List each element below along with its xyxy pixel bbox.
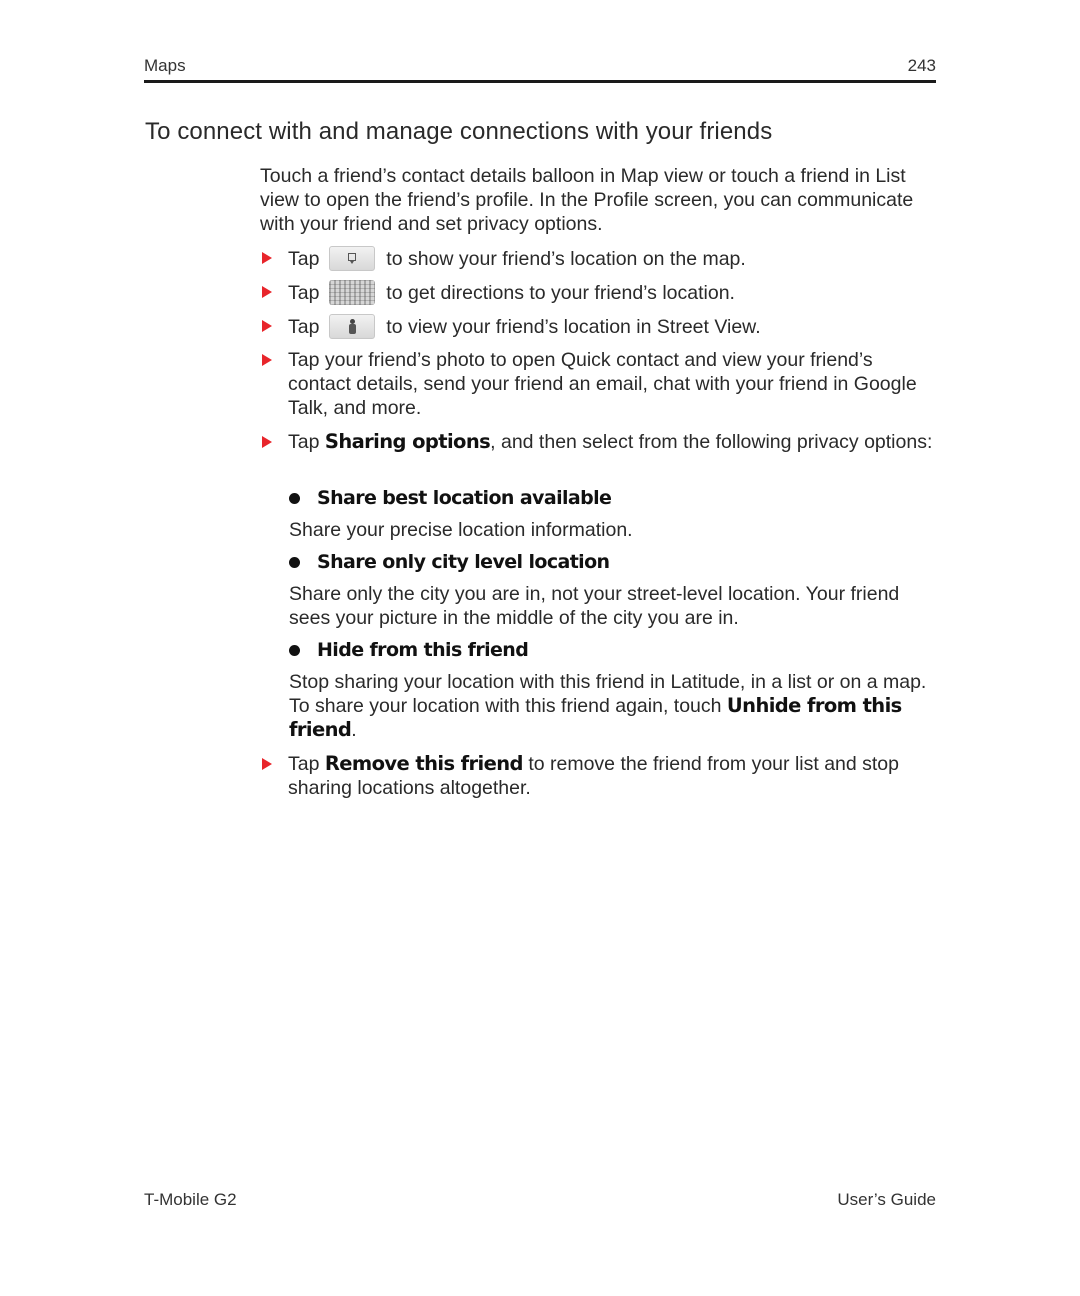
round-bullet-icon xyxy=(289,557,300,568)
option-label: Share only city level location xyxy=(317,551,610,573)
section-title: To connect with and manage connections w… xyxy=(145,118,773,145)
option-share-city-level: Share only city level location xyxy=(289,550,939,574)
directions-icon xyxy=(328,280,375,305)
intro-paragraph: Touch a friend’s contact details balloon… xyxy=(260,165,914,235)
step-prefix: Tap xyxy=(288,282,320,304)
step-prefix: Tap xyxy=(288,753,320,775)
step-directions: Tap to get directions to your friend’s l… xyxy=(260,280,940,305)
option-description: Share only the city you are in, not your… xyxy=(289,583,900,629)
map-pin-icon xyxy=(328,246,375,271)
triangle-bullet-icon xyxy=(262,320,272,332)
round-bullet-icon xyxy=(289,493,300,504)
street-view-person-icon xyxy=(328,314,375,339)
step-street-view: Tap to view your friend’s location in St… xyxy=(260,314,940,339)
page-number: 243 xyxy=(907,56,936,75)
header-rule xyxy=(144,80,936,83)
step-prefix: Tap xyxy=(288,431,320,453)
option-hide-from-friend: Hide from this friend xyxy=(289,638,939,662)
running-footer: T-Mobile G2 User’s Guide xyxy=(144,1190,936,1214)
sharing-options-label: Sharing options xyxy=(324,430,491,453)
product-name: T-Mobile G2 xyxy=(144,1190,237,1209)
triangle-bullet-icon xyxy=(262,436,272,448)
guide-name: User’s Guide xyxy=(837,1190,936,1209)
step-show-location: Tap to show your friend’s location on th… xyxy=(260,246,940,271)
option-description-end: . xyxy=(351,719,357,741)
triangle-bullet-icon xyxy=(262,286,272,298)
step-text: Tap your friend’s photo to open Quick co… xyxy=(288,349,917,419)
step-prefix: Tap xyxy=(288,316,320,338)
step-text: to get directions to your friend’s locat… xyxy=(386,282,735,304)
step-remove-friend: Tap Remove this friend to remove the fri… xyxy=(260,752,940,800)
step-quick-contact: Tap your friend’s photo to open Quick co… xyxy=(260,348,940,420)
step-text: to view your friend’s location in Street… xyxy=(386,316,761,338)
option-label: Share best location available xyxy=(317,487,612,509)
option-share-best-location: Share best location available xyxy=(289,486,939,510)
step-sharing-options: Tap Sharing options, and then select fro… xyxy=(260,430,940,454)
triangle-bullet-icon xyxy=(262,252,272,264)
triangle-bullet-icon xyxy=(262,354,272,366)
running-header: Maps 243 xyxy=(144,54,936,80)
chapter-name: Maps xyxy=(144,56,186,75)
remove-friend-label: Remove this friend xyxy=(324,752,524,775)
triangle-bullet-icon xyxy=(262,758,272,770)
step-prefix: Tap xyxy=(288,248,320,270)
step-text: to show your friend’s location on the ma… xyxy=(386,248,746,270)
option-label: Hide from this friend xyxy=(317,639,529,661)
option-description: Stop sharing your location with this fri… xyxy=(289,670,939,742)
option-description: Share your precise location information. xyxy=(289,519,633,541)
step-text: , and then select from the following pri… xyxy=(490,431,933,453)
round-bullet-icon xyxy=(289,645,300,656)
